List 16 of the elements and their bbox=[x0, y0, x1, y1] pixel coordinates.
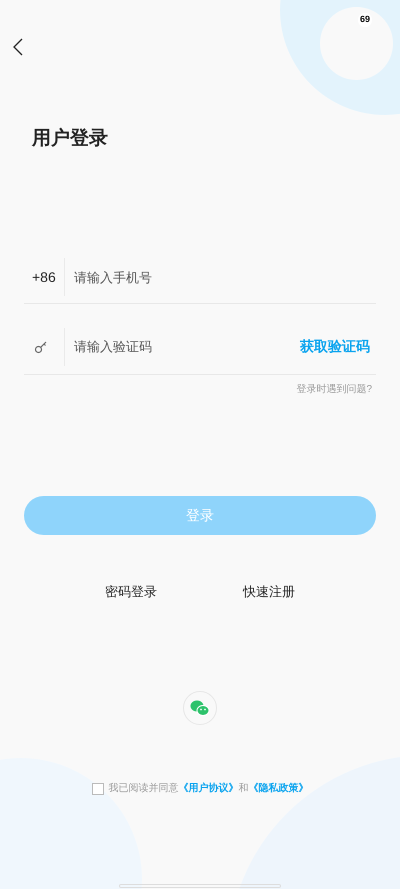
login-option-link[interactable]: 快速注册 bbox=[243, 582, 295, 601]
login-option-link[interactable]: 密码登录 bbox=[105, 582, 157, 601]
back-icon[interactable] bbox=[13, 38, 23, 56]
agreement-text: 我已阅读并同意《用户协议》和《隐私政策》 bbox=[108, 781, 308, 796]
key-icon bbox=[34, 340, 48, 354]
code-input[interactable]: 请输入验证码 bbox=[74, 332, 300, 362]
chat-bubbles-icon bbox=[190, 700, 210, 716]
page-title: 用户登录 bbox=[32, 126, 108, 151]
get-code-button[interactable]: 获取验证码 bbox=[300, 336, 370, 357]
user-agreement-link[interactable]: 《用户协议》 bbox=[178, 783, 238, 794]
wechat-button[interactable] bbox=[183, 691, 217, 725]
help-link[interactable]: 登录时遇到问题? bbox=[296, 382, 372, 396]
agreement-checkbox[interactable] bbox=[92, 782, 104, 794]
privacy-policy-link[interactable]: 《隐私政策》 bbox=[248, 783, 308, 794]
phone-input[interactable]: 请输入手机号 bbox=[74, 262, 376, 292]
country-code[interactable]: +86 bbox=[24, 266, 64, 288]
